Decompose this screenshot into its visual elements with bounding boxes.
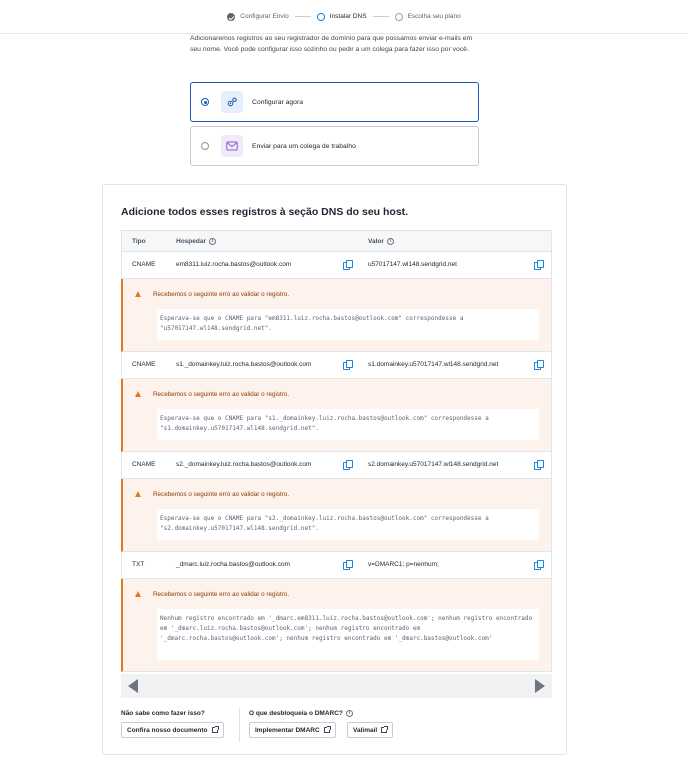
table-row: CNAME s2._domainkey.luiz.rocha.bastos@ou… <box>121 452 552 479</box>
error-title: Recebemos o seguinte erro ao validar o r… <box>153 491 290 498</box>
table-row: CNAME s1._domainkey.luiz.rocha.bastos@ou… <box>121 352 552 379</box>
validation-error: Recebemos o seguinte erro ao validar o r… <box>121 279 552 352</box>
step-escolha-plano[interactable]: Escolha seu plano <box>394 12 461 21</box>
warning-icon <box>135 391 141 397</box>
button-label: Confira nosso documento <box>127 726 208 734</box>
implement-dmarc-button[interactable]: Implementar DMARC <box>249 722 336 738</box>
record-type: CNAME <box>132 361 156 368</box>
error-title: Recebemos o seguinte erro ao validar o r… <box>153 291 290 298</box>
scroll-left-icon[interactable] <box>128 679 138 693</box>
copy-icon[interactable] <box>534 560 544 570</box>
header-host: Hospedar i <box>176 238 216 245</box>
radio-unselected[interactable] <box>201 142 209 150</box>
pending-step-icon <box>394 12 403 21</box>
table-header: Tipo Hospedar i Valor i <box>121 230 552 252</box>
option-label: Enviar para um colega de trabalho <box>252 142 356 150</box>
error-title: Recebemos o seguinte erro ao validar o r… <box>153 391 290 398</box>
horizontal-scrollbar[interactable] <box>121 674 552 698</box>
dns-records-card: Adicione todos esses registros à seção D… <box>102 184 567 755</box>
record-value: v=DMARC1; p=nenhum; <box>368 561 439 568</box>
step-connector <box>372 16 389 17</box>
dns-records-table: Tipo Hospedar i Valor i CNAME em8311.luiz.… <box>121 230 552 672</box>
button-label: Valimail <box>353 726 378 734</box>
help-question-dmarc: O que desbloqueia o DMARC? i <box>249 710 353 717</box>
step-label: Configurar Envio <box>240 13 289 20</box>
record-host: s2._domainkey.luiz.rocha.bastos@outlook.… <box>176 461 312 468</box>
step-connector <box>294 16 311 17</box>
table-row: TXT _dmarc.luiz.rocha.bastos@outlook.com… <box>121 552 552 579</box>
info-icon[interactable]: i <box>208 238 216 245</box>
external-link-icon <box>323 726 331 733</box>
scroll-right-icon[interactable] <box>535 679 545 693</box>
validation-error: Recebemos o seguinte erro ao validar o r… <box>121 479 552 552</box>
record-value: s2.domainkey.u57017147.wl148.sendgrid.ne… <box>368 461 499 468</box>
error-detail: Esperava-se que o CNAME para "s1._domain… <box>157 409 539 440</box>
copy-icon[interactable] <box>534 460 544 470</box>
error-detail: Nenhum registro encontrado em '_dmarc.em… <box>157 609 539 660</box>
option-label: Configurar agora <box>252 98 304 106</box>
warning-icon <box>135 291 141 297</box>
validation-error: Recebemos o seguinte erro ao validar o r… <box>121 579 552 672</box>
warning-icon <box>135 591 141 597</box>
record-type: CNAME <box>132 261 156 268</box>
card-title: Adicione todos esses registros à seção D… <box>121 206 409 218</box>
radio-selected[interactable] <box>201 98 209 106</box>
validation-error: Recebemos o seguinte erro ao validar o r… <box>121 379 552 452</box>
record-host: s1._domainkey.luiz.rocha.bastos@outlook.… <box>176 361 312 368</box>
copy-icon[interactable] <box>343 360 353 370</box>
copy-icon[interactable] <box>343 260 353 270</box>
record-value: u57017147.wl148.sendgrid.net <box>368 261 457 268</box>
copy-icon[interactable] <box>534 360 544 370</box>
check-icon <box>227 12 236 21</box>
step-instalar-dns[interactable]: Instalar DNS <box>316 12 367 21</box>
record-host: em8311.luiz.rocha.bastos@outlook.com <box>176 261 292 268</box>
error-detail: Esperava-se que o CNAME para "em8311.lui… <box>157 309 539 340</box>
docs-button[interactable]: Confira nosso documento <box>121 722 224 738</box>
error-title: Recebemos o seguinte erro ao validar o r… <box>153 591 290 598</box>
step-label: Escolha seu plano <box>407 13 461 20</box>
external-link-icon <box>381 726 389 733</box>
progress-stepper: Configurar Envio Instalar DNS Escolha se… <box>0 0 688 34</box>
table-row: CNAME em8311.luiz.rocha.bastos@outlook.c… <box>121 252 552 279</box>
record-type: TXT <box>132 561 145 568</box>
button-label: Implementar DMARC <box>255 726 320 734</box>
record-type: CNAME <box>132 461 156 468</box>
error-detail: Esperava-se que o CNAME para "s2._domain… <box>157 509 539 540</box>
copy-icon[interactable] <box>343 560 353 570</box>
copy-icon[interactable] <box>343 460 353 470</box>
info-icon[interactable]: i <box>386 238 394 245</box>
info-icon[interactable]: i <box>345 710 353 717</box>
option-enviar-colega[interactable]: Enviar para um colega de trabalho <box>190 126 479 166</box>
external-link-icon <box>211 726 219 733</box>
record-value: s1.domainkey.u57017147.wl148.sendgrid.ne… <box>368 361 499 368</box>
copy-icon[interactable] <box>534 260 544 270</box>
current-step-icon <box>316 12 325 21</box>
record-host: _dmarc.luiz.rocha.bastos@outlook.com <box>176 561 290 568</box>
step-label: Instalar DNS <box>329 13 367 20</box>
help-question-docs: Não sabe como fazer isso? <box>121 710 205 717</box>
header-value: Valor i <box>368 238 394 245</box>
warning-icon <box>135 491 141 497</box>
divider <box>239 708 240 742</box>
valimail-button[interactable]: Valimail <box>347 722 394 738</box>
gears-icon <box>221 91 243 113</box>
intro-text: Adicionaremos registros ao seu registrad… <box>190 35 473 53</box>
envelope-icon <box>221 135 243 157</box>
header-type: Tipo <box>132 238 146 245</box>
step-configurar-envio[interactable]: Configurar Envio <box>227 12 289 21</box>
option-configurar-agora[interactable]: Configurar agora <box>190 82 479 122</box>
